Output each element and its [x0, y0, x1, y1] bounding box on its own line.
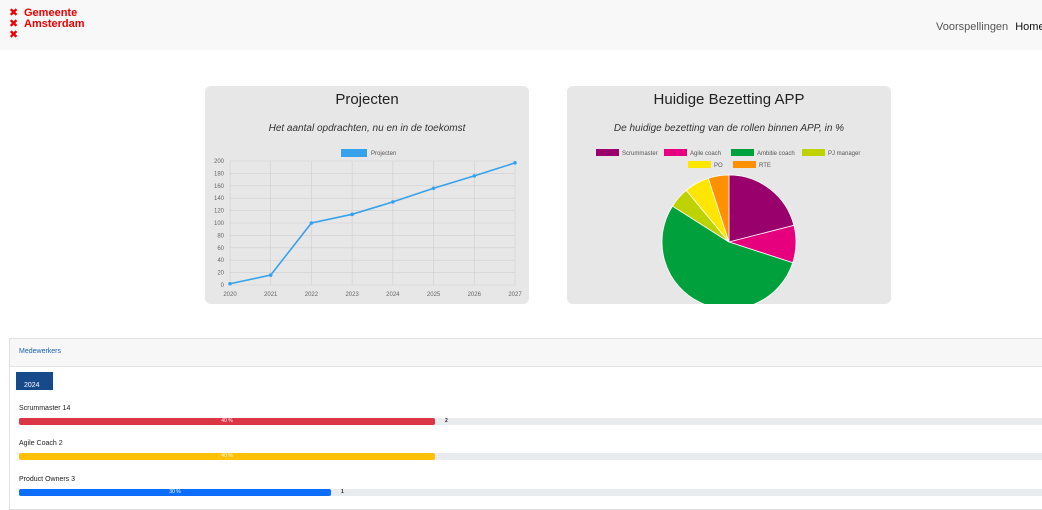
logo-line-2: Amsterdam	[24, 18, 85, 30]
medewerkers-title: Medewerkers	[19, 348, 62, 355]
y-tick-label: 0	[221, 283, 225, 289]
legend-swatch	[664, 149, 687, 156]
legend-label: PJ manager	[828, 151, 860, 157]
projecten-data-point	[513, 161, 517, 165]
year-tab-2024[interactable]: 2024	[16, 372, 53, 390]
bar-label-product-owners: Product Owners 3	[19, 476, 76, 483]
medewerkers-panel: Medewerkers 2024 Scrummaster 14 40 % 2 A…	[9, 338, 1042, 510]
x-tick-label: 2024	[386, 292, 400, 298]
projecten-line-chart: 0 20 40 60 80 100 120 140 160 180 200 2020 2021 2022 2…	[214, 149, 522, 298]
projecten-data-point	[228, 281, 232, 286]
x-tick-label: 2026	[468, 292, 482, 298]
projecten-data-point	[472, 174, 477, 178]
x-tick-label: 2025	[427, 292, 441, 298]
progress-track-scrummaster: 40 % 2	[19, 418, 1042, 425]
andreas-cross-icon: ✖ ✖ ✖	[9, 7, 19, 41]
bezetting-card: Huidige Bezetting APP De huidige bezetti…	[567, 86, 891, 304]
legend-label: Agile coach	[690, 151, 721, 157]
top-navbar: ✖ ✖ ✖ Gemeente Amsterdam Voorspellingen Ho…	[0, 0, 1042, 50]
count-product-owners: 1	[341, 489, 344, 495]
x-tick-label: 2027	[508, 292, 522, 298]
projecten-data-point	[268, 273, 273, 277]
y-tick-label: 120	[214, 209, 225, 215]
legend-label: RTE	[759, 163, 771, 169]
y-tick-label: 180	[214, 171, 225, 177]
progress-fill-agile-coach: 40 %	[19, 453, 435, 460]
x-tick-label: 2020	[223, 292, 237, 298]
legend-swatch-projecten	[341, 149, 367, 157]
y-tick-label: 140	[214, 196, 225, 202]
y-tick-label: 160	[214, 184, 225, 190]
legend-swatch	[731, 149, 754, 156]
x-tick-label: 2022	[305, 292, 319, 298]
bar-label-agile-coach: Agile Coach 2	[19, 440, 63, 447]
y-tick-label: 200	[214, 159, 225, 165]
y-tick-label: 20	[217, 271, 224, 277]
legend-label: Ambitie coach	[757, 151, 795, 157]
legend-swatch	[596, 149, 619, 156]
x-tick-label: 2021	[264, 292, 278, 298]
projecten-data-point	[309, 221, 314, 225]
nav-voorspellingen[interactable]: Voorspellingen	[936, 21, 1008, 33]
projecten-data-point	[431, 186, 436, 191]
legend-swatch	[688, 161, 711, 168]
legend-label-projecten: Projecten	[371, 151, 396, 157]
count-scrummaster: 2	[445, 418, 448, 424]
progress-fill-scrummaster: 40 %	[19, 418, 435, 425]
projecten-data-point	[391, 200, 395, 204]
nav-home[interactable]: Home	[1015, 21, 1042, 33]
legend-swatch	[733, 161, 756, 168]
progress-track-agile-coach: 40 %	[19, 453, 1042, 460]
y-tick-label: 40	[217, 258, 224, 264]
bar-label-scrummaster: Scrummaster 14	[19, 405, 71, 412]
y-tick-label: 60	[217, 246, 224, 252]
legend-swatch	[802, 149, 825, 156]
legend-label: Scrummaster	[622, 151, 658, 157]
x-tick-label: 2023	[345, 292, 359, 298]
projecten-data-point	[350, 212, 354, 217]
projecten-series-line	[229, 162, 516, 285]
legend-label: PO	[714, 163, 723, 169]
projecten-card: Projecten Het aantal opdrachten, nu en i…	[205, 86, 529, 304]
bezetting-pie-chart: Scrummaster Agile coach Ambitie coach PJ ma…	[596, 149, 860, 304]
main-nav: Voorspellingen Home	[936, 21, 1042, 33]
medewerkers-header: Medewerkers	[10, 339, 1042, 367]
y-tick-label: 80	[217, 233, 224, 239]
y-tick-label: 100	[214, 221, 225, 227]
progress-track-product-owners: 30 % 1	[19, 489, 1042, 496]
progress-fill-product-owners: 30 %	[19, 489, 331, 496]
